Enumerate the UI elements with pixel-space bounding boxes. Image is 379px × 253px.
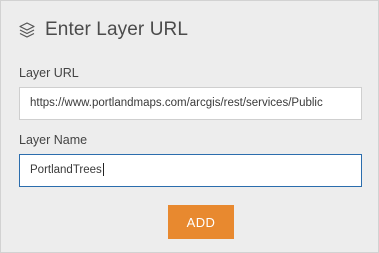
layer-url-value: https://www.portlandmaps.com/arcgis/rest… (30, 97, 323, 109)
layer-name-label: Layer Name (19, 133, 88, 147)
add-layer-panel: Enter Layer URL Layer URL https://www.po… (0, 0, 379, 253)
layer-url-input[interactable]: https://www.portlandmaps.com/arcgis/rest… (19, 87, 362, 120)
layer-name-input[interactable]: PortlandTrees (19, 154, 362, 187)
add-button[interactable]: ADD (168, 205, 234, 239)
layer-name-value: PortlandTrees (30, 164, 102, 176)
text-caret (102, 163, 104, 177)
layers-icon (18, 21, 36, 39)
layer-url-label: Layer URL (19, 66, 79, 80)
panel-title: Enter Layer URL (45, 19, 189, 40)
panel-header: Enter Layer URL (18, 19, 188, 41)
